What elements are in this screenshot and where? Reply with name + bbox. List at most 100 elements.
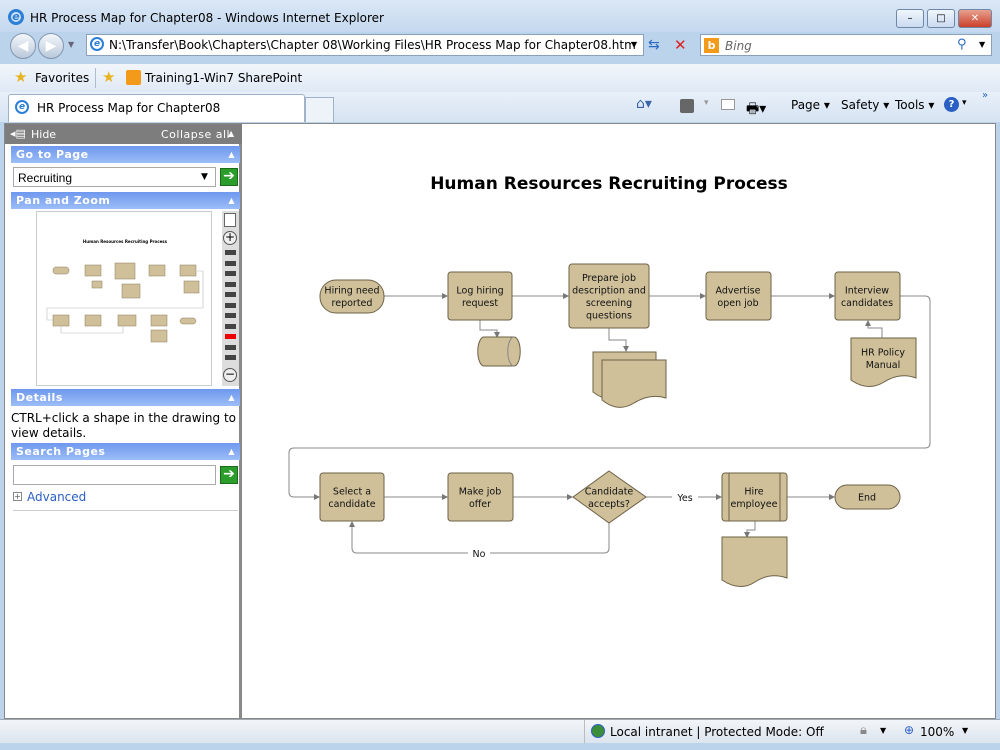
zoom-tick[interactable] xyxy=(225,334,236,339)
feeds-dropdown-icon[interactable]: ▾ xyxy=(704,98,709,108)
zoom-in-icon[interactable]: + xyxy=(223,231,237,245)
forward-button[interactable]: ▶ xyxy=(38,33,64,59)
favorite-link-sharepoint[interactable]: Training1-Win7 SharePoint xyxy=(145,71,302,85)
multi-document-shape[interactable] xyxy=(592,351,667,408)
details-header[interactable]: Details ▲ xyxy=(11,389,240,406)
refresh-icon[interactable]: ⇆ xyxy=(648,37,660,53)
hide-button[interactable]: Hide xyxy=(31,128,56,141)
divider xyxy=(584,720,585,743)
search-input[interactable]: Bing xyxy=(725,39,752,53)
node-label-prepare: screening xyxy=(586,298,632,309)
node-label-prepare: description and xyxy=(572,285,646,296)
address-dropdown-icon[interactable]: ▼ xyxy=(631,40,637,49)
connector xyxy=(744,521,756,538)
search-icon[interactable]: ⚲ xyxy=(957,37,967,52)
page-menu[interactable]: Page ▾ xyxy=(791,98,830,112)
node-label-policy: Manual xyxy=(866,360,901,371)
search-box[interactable]: b Bing ⚲ ▼ xyxy=(700,34,992,56)
zoom-tick[interactable] xyxy=(225,250,236,255)
security-zone[interactable]: Local intranet | Protected Mode: Off xyxy=(610,725,824,739)
search-options-icon[interactable]: ▼ xyxy=(979,40,985,49)
favorites-button[interactable]: Favorites xyxy=(35,71,89,85)
protected-mode-icon[interactable]: 🔒︎ xyxy=(860,723,867,738)
collapse-icon[interactable]: ▲ xyxy=(228,192,235,209)
zoom-out-icon[interactable]: − xyxy=(223,368,237,382)
zoom-tick[interactable] xyxy=(225,281,236,287)
tools-menu[interactable]: Tools ▾ xyxy=(895,98,934,112)
node-label-prepare: Prepare job xyxy=(582,273,636,284)
search-pages-title: Search Pages xyxy=(16,445,106,458)
hide-icon[interactable]: ◂▤ xyxy=(10,127,26,140)
sidebar: ◂▤ Hide Collapse all ▲ Go to Page ▲ Recru… xyxy=(5,124,242,718)
collapse-all-icon[interactable]: ▲ xyxy=(228,129,234,138)
go-to-page-title: Go to Page xyxy=(16,148,89,161)
node-label-end: End xyxy=(858,493,876,504)
address-bar[interactable]: e N:\Transfer\Book\Chapters\Chapter 08\W… xyxy=(86,34,644,56)
node-label-advertise: Advertise xyxy=(716,285,761,296)
collapse-all-button[interactable]: Collapse all xyxy=(161,128,230,141)
zoom-icon: ⊕ xyxy=(904,723,915,737)
zoom-tick[interactable] xyxy=(225,344,236,350)
zoom-tick[interactable] xyxy=(225,313,236,318)
pan-zoom-header[interactable]: Pan and Zoom ▲ xyxy=(11,192,240,209)
search-pages-button[interactable]: ➔ xyxy=(220,466,238,484)
close-button[interactable]: ✕ xyxy=(958,9,992,28)
node-label-accepts: Candidate xyxy=(585,486,634,497)
node-label-log: Log hiring xyxy=(456,285,503,296)
intranet-globe-icon xyxy=(591,724,605,738)
details-text: CTRL+click a shape in the drawing to vie… xyxy=(11,411,237,440)
search-pages-header[interactable]: Search Pages ▲ xyxy=(11,443,240,460)
page-select[interactable]: Recruiting ▼ xyxy=(13,167,216,187)
add-favorite-icon[interactable]: ★ xyxy=(102,68,115,86)
fit-page-icon[interactable] xyxy=(224,213,236,227)
chevron-down-icon[interactable]: ▼ xyxy=(201,172,208,182)
zoom-tick[interactable] xyxy=(225,271,236,276)
pan-zoom-thumbnail[interactable]: Human Resources Recruiting Process xyxy=(36,211,212,386)
history-dropdown-icon[interactable]: ▼ xyxy=(68,40,74,49)
zoom-tick[interactable] xyxy=(225,292,236,297)
collapse-icon[interactable]: ▲ xyxy=(228,443,235,460)
minimize-button[interactable]: – xyxy=(896,9,924,28)
print-icon[interactable]: 🖶▾ xyxy=(746,98,766,122)
go-to-page-button[interactable]: ➔ xyxy=(220,168,238,186)
advanced-link[interactable]: Advanced xyxy=(27,490,86,504)
stop-icon[interactable]: ✕ xyxy=(674,36,687,54)
help-icon[interactable]: ? xyxy=(944,97,959,112)
zoom-tick[interactable] xyxy=(225,323,236,329)
zoom-tick[interactable] xyxy=(225,302,236,308)
status-bar: Local intranet | Protected Mode: Off 🔒︎ … xyxy=(0,719,1000,743)
new-tab-button[interactable] xyxy=(305,97,334,122)
diagram-title: Human Resources Recruiting Process xyxy=(430,174,788,194)
zoom-dropdown-icon[interactable]: ▼ xyxy=(962,726,968,735)
maximize-button[interactable]: □ xyxy=(927,9,955,28)
node-label-interview: candidates xyxy=(841,298,893,309)
details-title: Details xyxy=(16,391,63,404)
help-dropdown-icon[interactable]: ▾ xyxy=(962,98,967,108)
node-label-offer: Make job xyxy=(459,486,502,497)
chevron-more-icon[interactable]: » xyxy=(982,90,988,101)
home-icon[interactable]: ⌂▾ xyxy=(636,96,652,112)
tools-menu-label: Tools xyxy=(895,98,925,112)
dropdown-icon[interactable]: ▼ xyxy=(880,726,886,735)
zoom-level[interactable]: 100% xyxy=(920,725,954,739)
tab-active[interactable]: e HR Process Map for Chapter08 xyxy=(8,94,305,122)
mail-icon[interactable] xyxy=(721,99,735,110)
window-title: HR Process Map for Chapter08 - Windows I… xyxy=(30,11,384,25)
zoom-tick[interactable] xyxy=(225,355,236,360)
process-diagram: Human Resources Recruiting Process Yes N… xyxy=(288,174,931,587)
zoom-tick[interactable] xyxy=(225,260,236,266)
search-pages-input[interactable] xyxy=(13,465,216,485)
back-button[interactable]: ◀ xyxy=(10,33,36,59)
database-shape[interactable] xyxy=(477,336,521,367)
favorites-star-icon: ★ xyxy=(14,68,28,86)
address-input[interactable]: N:\Transfer\Book\Chapters\Chapter 08\Wor… xyxy=(109,38,636,52)
safety-menu[interactable]: Safety ▾ xyxy=(841,98,889,112)
collapse-icon[interactable]: ▲ xyxy=(228,146,235,163)
collapse-icon[interactable]: ▲ xyxy=(228,389,235,406)
zoom-slider[interactable]: + − xyxy=(222,211,239,386)
thumbnail-diagram xyxy=(46,262,204,343)
expand-icon[interactable]: + xyxy=(13,492,22,501)
go-to-page-header[interactable]: Go to Page ▲ xyxy=(11,146,240,163)
document-shape[interactable] xyxy=(721,536,788,587)
feeds-icon[interactable] xyxy=(680,99,694,113)
